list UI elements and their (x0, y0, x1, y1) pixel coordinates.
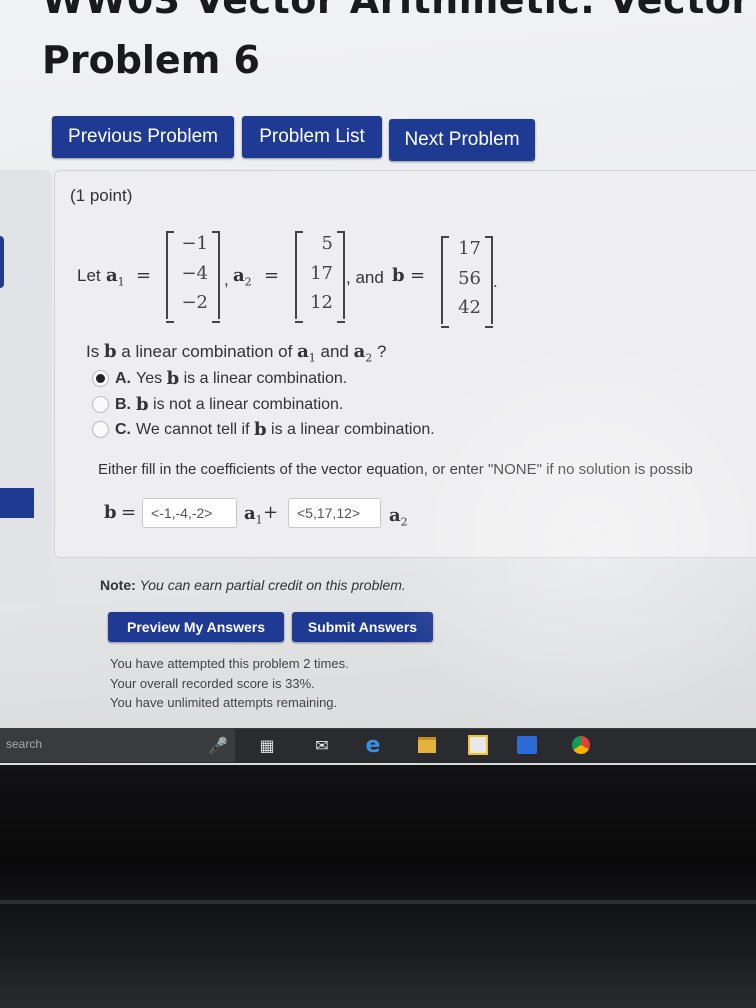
note-label: Note: (100, 577, 136, 593)
a1-subscript: 1 (117, 275, 125, 289)
page-title: Problem 6 (42, 38, 260, 82)
a1-subscript: 1 (255, 513, 263, 527)
edge-icon[interactable]: e (362, 733, 384, 758)
choice-label: A. (115, 369, 131, 387)
radio-a[interactable] (92, 370, 109, 387)
chrome-icon[interactable] (570, 734, 592, 756)
security-icon[interactable] (516, 734, 538, 756)
equals-sign: = (121, 502, 137, 523)
choice-a[interactable]: A. Yes b is a linear combination. (92, 368, 347, 389)
score-text: Your overall recorded score is 33%. (110, 676, 315, 691)
radio-b[interactable] (92, 396, 109, 413)
submit-answers-button[interactable]: Submit Answers (292, 612, 433, 642)
choice-c[interactable]: C. We cannot tell if b is a linear combi… (92, 419, 435, 440)
radio-c[interactable] (92, 421, 109, 438)
coefficient-input-1[interactable]: <-1,-4,-2> (142, 498, 237, 528)
question-middle: a linear combination of (121, 342, 293, 361)
a1-letter: a (106, 265, 118, 286)
a1-letter: a (244, 503, 256, 524)
a2-ref-letter: a (353, 341, 366, 362)
next-problem-button[interactable]: Next Problem (389, 119, 535, 161)
preview-answers-button[interactable]: Preview My Answers (108, 612, 284, 642)
matrix-cell: −1 (181, 233, 208, 254)
side-bar-indicator (0, 488, 34, 518)
question-prefix: Is (86, 342, 100, 361)
matrix-b: 17 56 42 (441, 236, 493, 324)
a1-label: a1 (244, 503, 263, 527)
question-text: Is b a linear combination of a1 and a2 ? (86, 341, 386, 365)
choice-pre: We cannot tell if (136, 420, 250, 438)
remaining-text: You have unlimited attempts remaining. (110, 695, 338, 710)
note: Note: You can earn partial credit on thi… (100, 577, 406, 593)
b-label: b (392, 265, 405, 286)
comma: , (224, 270, 229, 289)
coefficient-input-2[interactable]: <5,17,12> (288, 498, 381, 528)
choice-b[interactable]: B. b is not a linear combination. (92, 394, 343, 415)
file-explorer-icon[interactable] (416, 734, 438, 756)
b-ref: b (254, 419, 267, 440)
choice-post: is a linear combination. (271, 420, 435, 438)
matrix-cell: −4 (181, 263, 208, 284)
a2-ref: a2 (353, 341, 373, 365)
b-ref: b (103, 341, 117, 362)
choice-label: B. (115, 395, 131, 413)
matrix-cell: 17 (310, 263, 333, 284)
choice-label: C. (115, 420, 131, 438)
a1-ref: a1 (297, 341, 316, 365)
bezel-edge (0, 900, 756, 904)
matrix-cell: −2 (181, 292, 208, 313)
choice-pre: Yes (136, 369, 163, 387)
question-and: and (320, 342, 349, 361)
period: . (493, 272, 498, 291)
monitor-bezel (0, 765, 756, 1008)
choice-post: is not a linear combination. (153, 395, 344, 413)
problem-list-button[interactable]: Problem List (242, 116, 382, 158)
microphone-icon[interactable]: 🎤 (207, 734, 229, 756)
a2-label: a2 (233, 265, 252, 289)
taskbar-search-text: search (6, 737, 43, 751)
points-label: (1 point) (70, 186, 133, 205)
equals-sign: = (410, 265, 426, 286)
a2-ref-sub: 2 (365, 351, 373, 365)
and-word: , and (346, 268, 384, 287)
previous-problem-button[interactable]: Previous Problem (52, 116, 234, 158)
equals-sign: = (264, 265, 280, 286)
a1-ref-letter: a (297, 341, 309, 362)
matrix-cell: 17 (458, 238, 481, 259)
matrix-cell: 42 (458, 297, 481, 318)
b-ref: b (136, 394, 149, 415)
question-suffix: ? (377, 342, 387, 361)
attempts-text: You have attempted this problem 2 times. (110, 656, 349, 671)
matrix-cell: 56 (458, 268, 481, 289)
b-label: b (104, 502, 117, 523)
matrix-a2: 5 17 12 (295, 231, 345, 319)
note-text: You can earn partial credit on this prob… (139, 577, 406, 593)
a2-subscript: 2 (400, 515, 408, 529)
a2-label: a2 (389, 505, 408, 529)
a1-label: a1 (106, 265, 125, 289)
let-word: Let (77, 266, 101, 285)
side-tab[interactable] (0, 236, 4, 288)
matrix-cell: 5 (321, 233, 333, 254)
instruction-text: Either fill in the coefficients of the v… (98, 461, 693, 478)
mail-icon[interactable]: ✉ (311, 734, 333, 756)
course-heading: WW03 Vector Arithmetic. Vector Ec (42, 0, 756, 22)
matrix-a1: −1 −4 −2 (166, 231, 220, 319)
equals-sign: = (136, 265, 152, 286)
choice-post: is a linear combination. (183, 369, 348, 387)
a2-letter: a (233, 265, 245, 286)
a1-ref-sub: 1 (308, 351, 316, 365)
store-icon[interactable] (467, 734, 489, 756)
screen: WW03 Vector Arithmetic. Vector Ec Proble… (0, 0, 756, 765)
a2-letter: a (389, 505, 401, 526)
b-ref: b (166, 368, 180, 389)
plus-sign: + (263, 502, 279, 523)
side-panel (0, 170, 52, 606)
matrix-cell: 12 (310, 292, 333, 313)
a2-subscript: 2 (244, 275, 252, 289)
task-view-icon[interactable]: ▦ (256, 734, 278, 756)
